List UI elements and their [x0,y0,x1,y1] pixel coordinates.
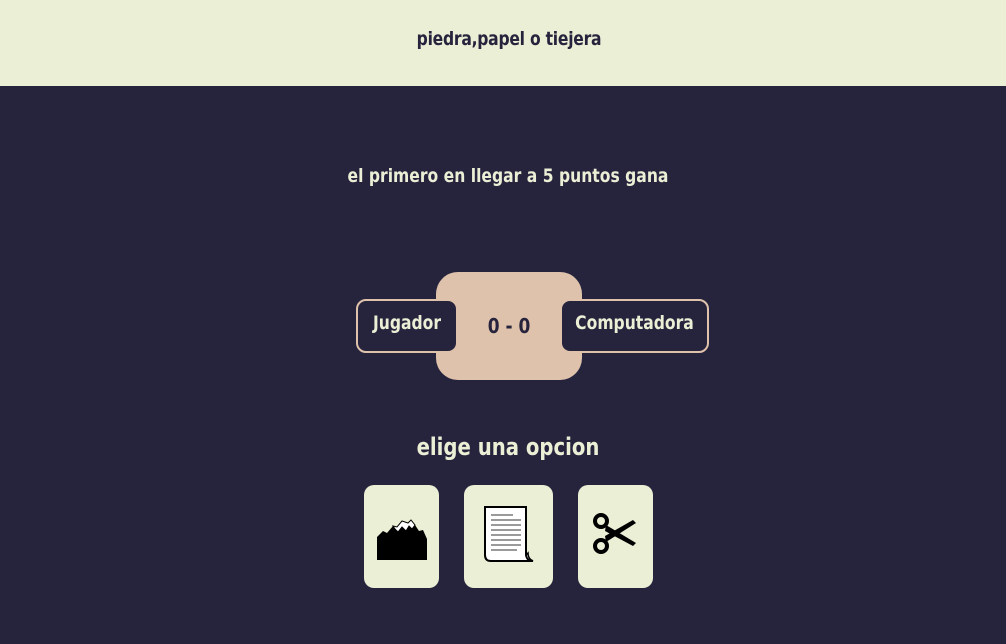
scissors-icon [593,513,636,554]
score-display: 0 - 0 [487,314,531,338]
paper-button[interactable] [464,485,553,588]
scissors-button[interactable] [578,485,653,588]
computer-label: Computadora [575,312,694,334]
choice-prompt: elige una opcion [416,433,600,461]
rock-button[interactable] [364,485,439,588]
paper-scroll-icon [484,506,534,562]
mountain-rock-icon [377,519,427,560]
player-label-box: Jugador [356,299,458,353]
page-title: piedra,papel o tiejera [416,28,602,50]
rules-text: el primero en llegar a 5 puntos gana [347,165,669,187]
computer-label-box: Computadora [560,299,709,353]
player-label: Jugador [372,312,442,334]
